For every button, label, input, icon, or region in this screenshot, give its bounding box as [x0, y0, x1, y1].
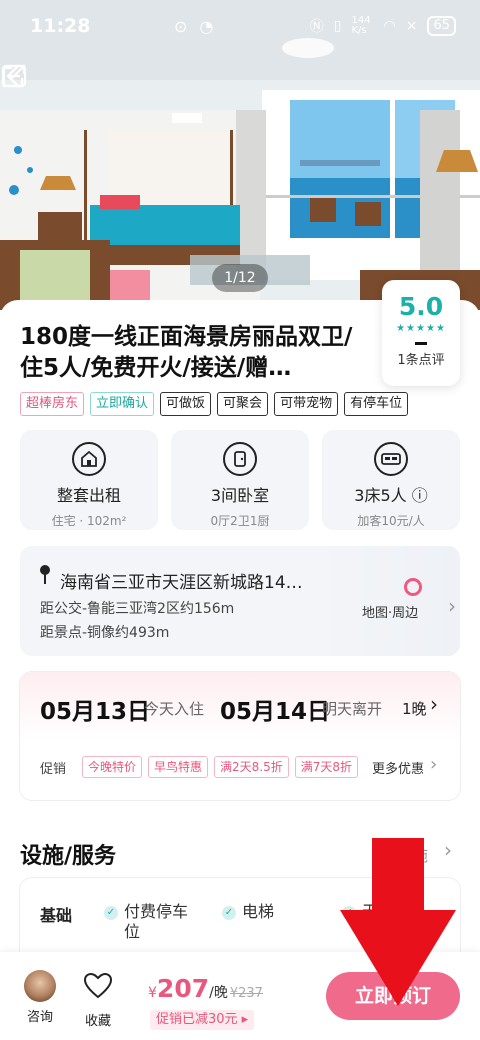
listing-title: 180度一线正面海景房丽品双卫/住5人/免费开火/接送/赠…	[20, 324, 353, 381]
facility-label: 电梯	[242, 902, 275, 921]
listing-tags: 超棒房东 立即确认 可做饭 可聚会 可带宠物 有停车位	[20, 392, 409, 416]
promo-label: 促销	[40, 761, 67, 777]
favorite-button[interactable]: 收藏	[76, 970, 120, 1029]
promo-tag: 早鸟特惠	[148, 756, 209, 778]
speed-icon: ◔	[199, 16, 214, 36]
check-icon: ✓	[222, 906, 236, 920]
date-row[interactable]: 05月13日 今天入住 05月14日 明天离开 1晚 ›	[20, 672, 460, 742]
consult-label: 咨询	[26, 1010, 53, 1025]
checkout-label: 明天离开	[322, 700, 383, 718]
door-icon	[223, 442, 257, 476]
facility-label: 付费停车 位	[124, 902, 189, 941]
tag-cooking: 可做饭	[160, 392, 212, 416]
promo-tag: 满2天8.5折	[214, 756, 289, 778]
chevron-right-icon: ›	[430, 754, 438, 775]
feature-subtitle: 加客10元/人	[357, 514, 425, 528]
photo-counter: 1/12	[212, 264, 268, 292]
price-currency: ¥	[148, 985, 157, 1001]
favorite-label: 收藏	[84, 1014, 111, 1029]
feature-card-entire[interactable]: 整套出租 住宅 · 102m²	[20, 430, 158, 530]
map-marker-icon	[404, 578, 422, 596]
nfc-icon: Ⓝ	[309, 19, 324, 35]
listing-photo[interactable]: 11:28 ⊙ ◔ Ⓝ ▯ 144 K/s ◠ × 65 1/12	[0, 0, 480, 310]
spot-distance: 距景点-铜像约493m	[40, 625, 170, 641]
heart-icon	[83, 972, 113, 999]
promo-tag: 满7天8折	[294, 756, 359, 778]
facility-category: 基础	[40, 906, 73, 925]
review-count: 1条点评	[397, 353, 445, 368]
tag-parking: 有停车位	[344, 392, 409, 416]
chevron-right-icon: ›	[448, 594, 456, 618]
signal-icon: ×	[405, 18, 418, 34]
notification-icon: ⊙	[174, 16, 188, 36]
address-text: 海南省三亚市天涯区新城路14…	[60, 573, 303, 593]
promo-tag: 今晚特价	[82, 756, 143, 778]
bus-distance: 距公交-鲁能三亚湾2区约156m	[40, 601, 235, 617]
bed-icon	[374, 442, 408, 476]
facility-item: ✓ 付费停车 位	[104, 902, 188, 942]
feature-card-beds[interactable]: 3床5人 ⓘ 加客10元/人	[322, 430, 460, 530]
network-speed: 144 K/s	[351, 15, 371, 36]
red-arrow-icon	[340, 838, 456, 1006]
original-price: ¥237	[229, 986, 263, 1001]
check-icon: ✓	[104, 906, 118, 920]
map-link[interactable]: 地图·周边	[362, 602, 418, 621]
photo-toolbar	[0, 62, 480, 102]
location-pin-icon	[40, 565, 50, 584]
chevron-right-icon: ›	[430, 692, 438, 716]
discount-badge[interactable]: 促销已减30元 ▸	[150, 1010, 255, 1030]
checkin-date: 05月13日	[40, 699, 151, 725]
tag-pets: 可带宠物	[274, 392, 339, 416]
rating-divider	[415, 342, 427, 345]
feature-title: 3床5人 ⓘ	[354, 486, 428, 505]
status-bar: 11:28 ⊙ ◔ Ⓝ ▯ 144 K/s ◠ × 65	[0, 0, 480, 52]
vibrate-icon: ▯	[333, 18, 342, 34]
feature-card-bedrooms[interactable]: 3间卧室 0厅2卫1厨	[171, 430, 309, 530]
feature-title: 整套出租	[56, 486, 121, 505]
feature-title: 3间卧室	[210, 486, 270, 505]
clock: 11:28	[30, 15, 91, 37]
facility-item: ✓ 电梯	[222, 902, 274, 922]
feature-subtitle: 住宅 · 102m²	[51, 514, 127, 528]
more-offers-link[interactable]: 更多优惠	[372, 758, 424, 777]
tag-parties: 可聚会	[217, 392, 269, 416]
price-display: ¥207/晚 ¥237	[148, 974, 263, 1003]
wifi-icon: ◠	[383, 18, 396, 34]
host-avatar	[24, 970, 56, 1002]
nights-count: 1晚	[402, 700, 427, 718]
price-unit: /晚	[209, 985, 228, 1001]
tag-superhost: 超棒房东	[20, 392, 85, 416]
consult-button[interactable]: 咨询	[18, 970, 62, 1025]
battery-indicator: 65	[427, 16, 456, 36]
status-icons: ⊙ ◔	[174, 17, 213, 36]
location-card[interactable]: 海南省三亚市天涯区新城路14… 距公交-鲁能三亚湾2区约156m 距景点-铜像约…	[20, 546, 460, 656]
rating-card[interactable]: 5.0 ★★★★★ 1条点评	[382, 280, 460, 386]
checkin-label: 今天入住	[144, 700, 205, 718]
tag-instant-confirm: 立即确认	[90, 392, 155, 416]
system-tray: Ⓝ ▯ 144 K/s ◠ × 65	[310, 16, 456, 36]
facilities-title: 设施/服务	[20, 844, 117, 869]
checkout-date: 05月14日	[220, 699, 331, 725]
rating-stars: ★★★★★	[396, 323, 446, 334]
more-menu-icon[interactable]	[0, 62, 28, 90]
rating-score: 5.0	[398, 292, 444, 321]
date-card[interactable]: 05月13日 今天入住 05月14日 明天离开 1晚 › 促销 今晚特价 早鸟特…	[20, 672, 460, 800]
price-value: 207	[156, 974, 210, 1003]
promo-row: 促销 今晚特价 早鸟特惠 满2天8.5折 满7天8折	[40, 756, 359, 778]
feature-subtitle: 0厅2卫1厨	[210, 514, 270, 528]
house-icon	[72, 442, 106, 476]
